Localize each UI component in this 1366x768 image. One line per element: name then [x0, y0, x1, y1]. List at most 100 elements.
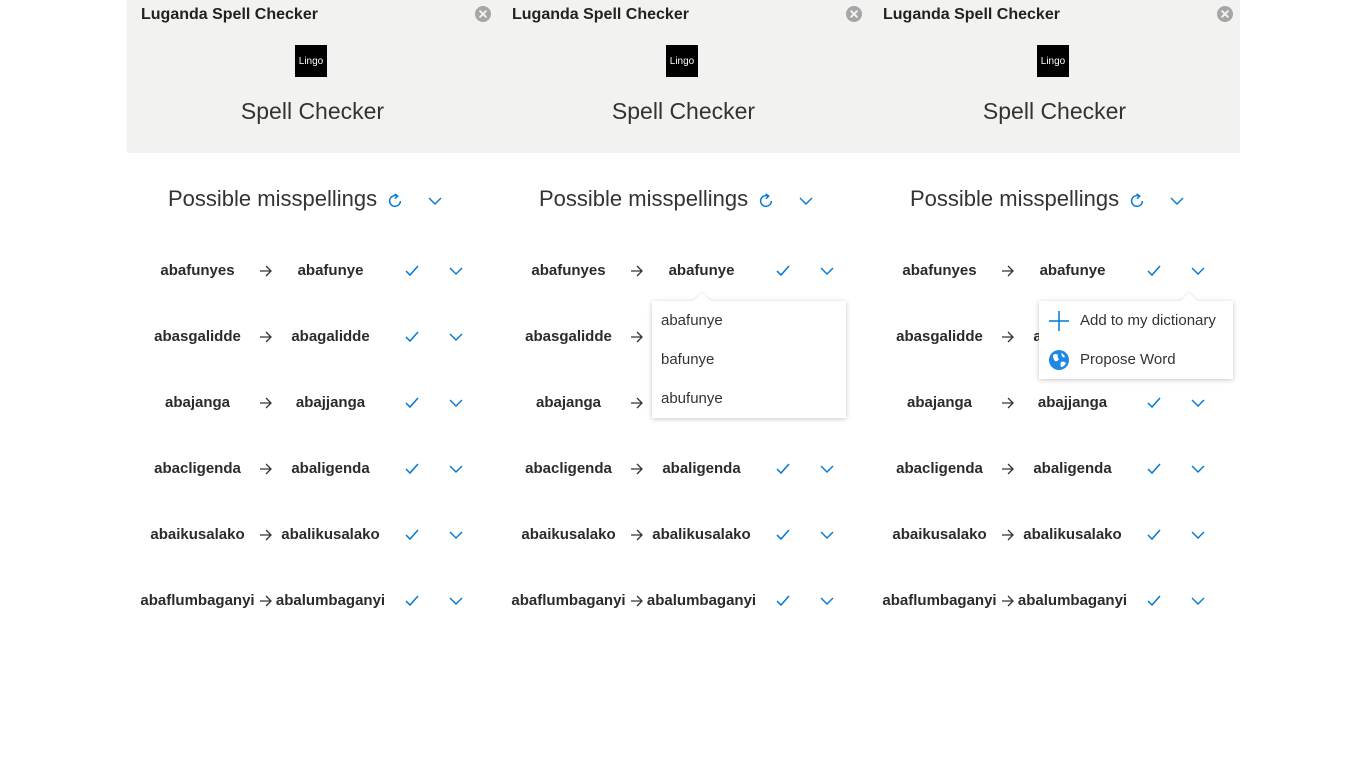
chevron-down-icon[interactable]: [449, 595, 463, 607]
original-word: abaikusalako: [892, 526, 987, 543]
suggested-word: abalikusalako: [1023, 526, 1122, 543]
misspelling-row: abaikusalako abalikusalako: [869, 523, 1240, 547]
original-word: abacligenda: [154, 460, 241, 477]
chevron-down-icon[interactable]: [820, 529, 834, 541]
original-word: abacligenda: [525, 460, 612, 477]
suggested-word: abalikusalako: [281, 526, 380, 543]
panel-header: Luganda Spell Checker Lingo Spell Checke…: [127, 0, 498, 153]
panel-title: Luganda Spell Checker: [883, 6, 1060, 23]
close-icon[interactable]: [846, 6, 862, 22]
misspelling-row: abafunyes abafunye: [498, 259, 869, 283]
chevron-down-icon[interactable]: [820, 265, 834, 277]
suggested-word: abafunye: [668, 262, 735, 279]
propose-word-item[interactable]: Propose Word: [1039, 340, 1233, 379]
refresh-icon[interactable]: [1128, 192, 1146, 210]
chevron-down-icon[interactable]: [1191, 397, 1205, 409]
section-title: Possible misspellings: [539, 186, 749, 211]
misspelling-row: abaikusalako abalikusalako: [498, 523, 869, 547]
suggested-word: abaligenda: [1033, 460, 1112, 477]
checkmark-icon[interactable]: [405, 264, 419, 278]
checkmark-icon[interactable]: [776, 462, 790, 476]
suggested-word: abalikusalako: [652, 526, 751, 543]
suggestion-option[interactable]: bafunye: [652, 340, 846, 379]
suggested-word: abafunye: [1039, 262, 1106, 279]
checkmark-icon[interactable]: [405, 396, 419, 410]
add-to-dictionary-item[interactable]: Add to my dictionary: [1039, 301, 1233, 340]
close-icon[interactable]: [1217, 6, 1233, 22]
original-word: abaikusalako: [521, 526, 616, 543]
panel-title: Luganda Spell Checker: [141, 6, 318, 23]
checkmark-icon[interactable]: [776, 594, 790, 608]
word-options-menu: Add to my dictionary Propose Word: [1039, 292, 1233, 379]
lingo-logo: Lingo: [666, 45, 698, 77]
misspelling-row: abaflumbaganyi abalumbaganyi: [127, 589, 498, 613]
suggestion-dropdown: abafunye bafunye abufunye: [652, 292, 846, 418]
checkmark-icon[interactable]: [405, 594, 419, 608]
chevron-down-icon[interactable]: [449, 331, 463, 343]
section-title: Possible misspellings: [168, 186, 378, 211]
checkmark-icon[interactable]: [776, 528, 790, 542]
lingo-logo: Lingo: [1037, 45, 1069, 77]
suggestion-option[interactable]: abufunye: [652, 379, 846, 418]
misspelling-row: abaflumbaganyi abalumbaganyi: [498, 589, 869, 613]
misspelling-row: abacligenda abaligenda: [127, 457, 498, 481]
checkmark-icon[interactable]: [1147, 396, 1161, 410]
original-word: abaflumbaganyi: [882, 592, 997, 609]
suggested-word: abagalidde: [291, 328, 370, 345]
original-word: abasgalidde: [154, 328, 241, 345]
chevron-down-icon[interactable]: [820, 463, 834, 475]
chevron-down-icon[interactable]: [428, 194, 442, 208]
refresh-icon[interactable]: [757, 192, 775, 210]
chevron-down-icon[interactable]: [449, 265, 463, 277]
chevron-down-icon[interactable]: [449, 397, 463, 409]
original-word: abajanga: [164, 394, 231, 411]
suggested-word: abaligenda: [662, 460, 741, 477]
panel-header: Luganda Spell Checker Lingo Spell Checke…: [498, 0, 869, 153]
suggested-word: abalumbaganyi: [275, 592, 386, 609]
original-word: abasgalidde: [896, 328, 983, 345]
chevron-down-icon[interactable]: [1191, 529, 1205, 541]
spell-checker-panel-3: Luganda Spell Checker Lingo Spell Checke…: [869, 0, 1240, 768]
chevron-down-icon[interactable]: [1191, 463, 1205, 475]
app-name: Spell Checker: [611, 98, 756, 124]
suggested-word: abaligenda: [291, 460, 370, 477]
checkmark-icon[interactable]: [405, 330, 419, 344]
checkmark-icon[interactable]: [1147, 462, 1161, 476]
panel-header: Luganda Spell Checker Lingo Spell Checke…: [869, 0, 1240, 153]
checkmark-icon[interactable]: [776, 264, 790, 278]
chevron-down-icon[interactable]: [799, 194, 813, 208]
chevron-down-icon[interactable]: [449, 529, 463, 541]
chevron-down-icon[interactable]: [1170, 194, 1184, 208]
spell-checker-panel-1: Luganda Spell Checker Lingo Spell Checke…: [127, 0, 498, 768]
checkmark-icon[interactable]: [1147, 264, 1161, 278]
checkmark-icon[interactable]: [405, 462, 419, 476]
refresh-icon[interactable]: [386, 192, 404, 210]
checkmark-icon[interactable]: [1147, 594, 1161, 608]
add-to-dictionary-label: Add to my dictionary: [1080, 312, 1216, 329]
chevron-down-icon[interactable]: [1191, 265, 1205, 277]
misspelling-row: abafunyes abafunye: [869, 259, 1240, 283]
section-title: Possible misspellings: [910, 186, 1120, 211]
chevron-down-icon[interactable]: [820, 595, 834, 607]
close-icon[interactable]: [475, 6, 491, 22]
suggested-word: abajjanga: [295, 394, 366, 411]
misspelling-row: abajanga abajjanga: [127, 391, 498, 415]
suggested-word: abajjanga: [1037, 394, 1108, 411]
chevron-down-icon[interactable]: [1191, 595, 1205, 607]
checkmark-icon[interactable]: [1147, 528, 1161, 542]
app-name: Spell Checker: [982, 98, 1127, 124]
suggested-word: abalumbaganyi: [1017, 592, 1128, 609]
chevron-down-icon[interactable]: [449, 463, 463, 475]
suggestion-option[interactable]: abafunye: [652, 301, 846, 340]
original-word: abaflumbaganyi: [140, 592, 255, 609]
original-word: abajanga: [535, 394, 602, 411]
misspelling-row: abacligenda abaligenda: [498, 457, 869, 481]
globe-icon: [1049, 349, 1069, 370]
original-word: abafunyes: [902, 262, 977, 279]
checkmark-icon[interactable]: [405, 528, 419, 542]
spell-checker-panel-2: Luganda Spell Checker Lingo Spell Checke…: [498, 0, 869, 768]
original-word: abacligenda: [896, 460, 983, 477]
propose-word-label: Propose Word: [1080, 351, 1176, 368]
original-word: abasgalidde: [525, 328, 612, 345]
suggested-word: abalumbaganyi: [646, 592, 757, 609]
